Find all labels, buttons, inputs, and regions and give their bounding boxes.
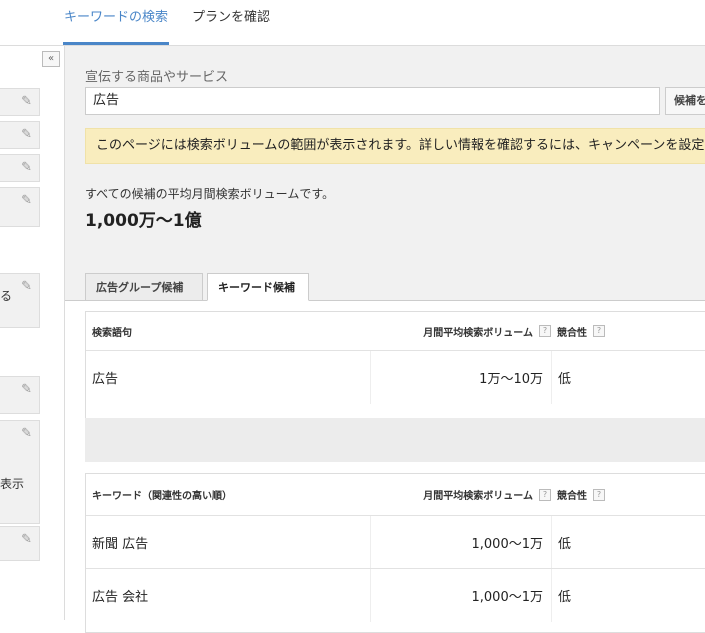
table-row[interactable]: 広告 会社 1,000～1万 低 xyxy=(86,568,705,622)
competition-cell: 低 xyxy=(551,569,571,622)
avg-volume-value: 1,000万～1億 xyxy=(85,211,202,231)
results-panel: 検索語句 月間平均検索ボリューム ? 競合性 ? 広告 1万～10万 低 キーワ… xyxy=(65,301,705,633)
volume-cell: 1,000～1万 xyxy=(370,569,551,622)
pencil-icon[interactable]: ✎ xyxy=(21,194,32,208)
collapse-sidebar-button[interactable]: « xyxy=(42,51,60,67)
get-candidates-button[interactable]: 候補を xyxy=(665,87,705,115)
table-header-row: 検索語句 月間平均検索ボリューム ? 競合性 ? xyxy=(86,312,705,350)
column-header-competition-label: 競合性 xyxy=(557,491,587,502)
column-header-competition: 競合性 ? xyxy=(551,474,605,515)
keyword-cell: 広告 会社 xyxy=(92,590,149,605)
column-header-competition-label: 競合性 xyxy=(557,327,587,339)
product-service-input[interactable]: 広告 xyxy=(85,87,660,115)
search-terms-table: 検索語句 月間平均検索ボリューム ? 競合性 ? 広告 1万～10万 低 xyxy=(85,311,705,419)
pencil-icon[interactable]: ✎ xyxy=(21,427,32,441)
column-header-keyword: キーワード（関連性の高い順） xyxy=(92,491,232,502)
sidebar-item-label: 表示 xyxy=(0,477,25,491)
term-cell: 広告 xyxy=(92,372,119,387)
pencil-icon[interactable]: ✎ xyxy=(21,533,32,547)
keyword-cell: 新聞 広告 xyxy=(92,537,149,552)
sidebar-item-1[interactable]: ✎ xyxy=(0,88,40,116)
table-row[interactable]: 広告 1万～10万 低 xyxy=(86,350,705,404)
keyword-ideas-table: キーワード（関連性の高い順） 月間平均検索ボリューム ? 競合性 ? 新聞 広告… xyxy=(85,473,705,633)
pencil-icon[interactable]: ✎ xyxy=(21,280,32,294)
avg-volume-label: すべての候補の平均月間検索ボリュームです。 xyxy=(85,187,335,201)
column-header-volume-label: 月間平均検索ボリューム xyxy=(423,327,533,339)
volume-cell: 1,000～1万 xyxy=(370,516,551,569)
help-icon[interactable]: ? xyxy=(593,488,605,501)
pencil-icon[interactable]: ✎ xyxy=(21,161,32,175)
table-header-row: キーワード（関連性の高い順） 月間平均検索ボリューム ? 競合性 ? xyxy=(86,474,705,515)
sidebar-item-4[interactable]: ✎ xyxy=(0,187,40,227)
volume-cell: 1万～10万 xyxy=(370,351,551,404)
sidebar-item-2[interactable]: ✎ xyxy=(0,121,40,149)
sidebar-item-6[interactable]: ✎ xyxy=(0,376,40,414)
competition-cell: 低 xyxy=(551,351,571,404)
column-header-term: 検索語句 xyxy=(92,327,132,339)
sidebar: « ✎ ✎ ✎ ✎ る ✎ ✎ 表示 ✎ ✎ xyxy=(0,46,65,620)
product-service-label: 宣伝する商品やサービス xyxy=(85,70,229,85)
tab-keyword-ideas[interactable]: キーワード候補 xyxy=(207,273,309,301)
help-icon[interactable]: ? xyxy=(539,488,551,501)
main-content: 宣伝する商品やサービス 広告 候補を このページには検索ボリュームの範囲が表示さ… xyxy=(65,46,705,633)
sidebar-item-3[interactable]: ✎ xyxy=(0,154,40,182)
help-icon[interactable]: ? xyxy=(593,325,605,337)
column-header-volume: 月間平均検索ボリューム ? xyxy=(370,312,551,350)
tab-ad-group-ideas[interactable]: 広告グループ候補 xyxy=(85,273,203,301)
top-navigation: キーワードの検索 プランを確認 xyxy=(0,0,705,46)
pencil-icon[interactable]: ✎ xyxy=(21,383,32,397)
column-header-competition: 競合性 ? xyxy=(551,312,605,350)
column-header-volume-label: 月間平均検索ボリューム xyxy=(423,491,533,502)
volume-range-notice: このページには検索ボリュームの範囲が表示されます。詳しい情報を確認するには、キャ… xyxy=(85,128,705,164)
tab-keyword-search[interactable]: キーワードの検索 xyxy=(63,0,169,45)
help-icon[interactable]: ? xyxy=(539,325,551,337)
sidebar-item-5[interactable]: る ✎ xyxy=(0,273,40,328)
column-header-volume: 月間平均検索ボリューム ? xyxy=(370,474,551,515)
tab-review-plan[interactable]: プランを確認 xyxy=(192,0,270,45)
sidebar-item-label: る xyxy=(0,289,13,303)
table-separator xyxy=(85,418,705,462)
pencil-icon[interactable]: ✎ xyxy=(21,128,32,142)
pencil-icon[interactable]: ✎ xyxy=(21,95,32,109)
sidebar-item-7[interactable]: 表示 ✎ xyxy=(0,420,40,524)
sidebar-item-8[interactable]: ✎ xyxy=(0,526,40,561)
competition-cell: 低 xyxy=(551,516,571,569)
table-row[interactable]: 新聞 広告 1,000～1万 低 xyxy=(86,515,705,569)
tab-divider xyxy=(65,300,705,301)
